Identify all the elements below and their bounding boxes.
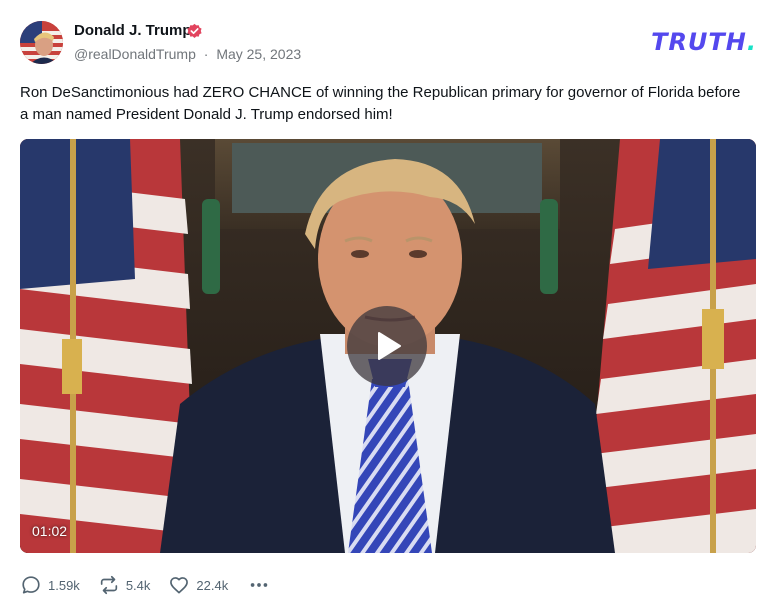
post-card: Donald J. Trump @realDonaldTrump · May 2… (0, 0, 777, 615)
retruth-count: 5.4k (125, 577, 151, 593)
more-icon (250, 583, 268, 587)
author-name[interactable]: Donald J. Trump (74, 22, 192, 39)
like-count: 22.4k (196, 577, 229, 593)
meta-separator: · (203, 46, 209, 62)
logo-dot: . (746, 28, 757, 56)
retruth-button[interactable]: 5.4k (98, 574, 151, 596)
play-icon (378, 332, 401, 360)
post-text: Ron DeSanctimonious had ZERO CHANCE of w… (20, 84, 741, 123)
like-button[interactable]: 22.4k (168, 574, 228, 596)
reply-icon (22, 576, 40, 594)
verified-badge-icon (187, 23, 202, 38)
retruth-icon (100, 575, 117, 595)
avatar[interactable] (20, 21, 63, 64)
logo-text: TRUTH (651, 28, 747, 56)
post-date[interactable]: May 25, 2023 (216, 46, 301, 62)
heart-icon (170, 577, 189, 594)
post-actions: 1.59k 5.4k 22.4k (20, 573, 270, 597)
more-options-button[interactable] (246, 574, 270, 596)
reply-button[interactable]: 1.59k (20, 574, 80, 596)
author-handle[interactable]: @realDonaldTrump (74, 46, 196, 62)
post-meta: @realDonaldTrump · May 25, 2023 (74, 46, 301, 62)
truth-social-logo[interactable]: TRUTH. (651, 28, 757, 56)
video-duration: 01:02 (32, 523, 68, 539)
reply-count: 1.59k (48, 577, 80, 593)
video-player[interactable]: 01:02 (20, 139, 756, 553)
play-button[interactable] (347, 306, 427, 386)
